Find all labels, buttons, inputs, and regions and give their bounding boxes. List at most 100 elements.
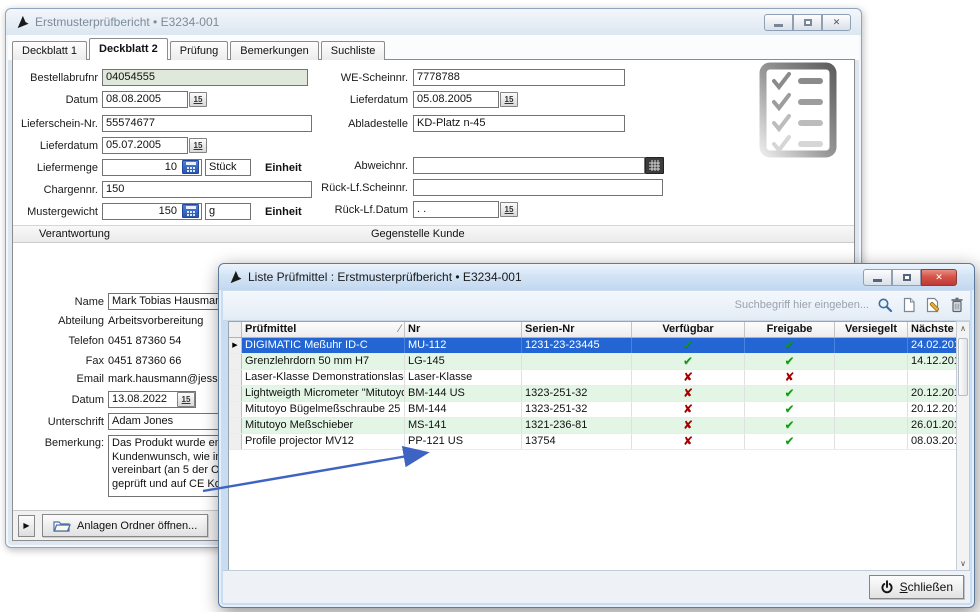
edit-record-icon[interactable]	[925, 297, 941, 313]
rueck-lf-datum-calendar-button[interactable]: 15	[500, 202, 518, 217]
list-window-titlebar[interactable]: Liste Prüfmittel : Erstmusterprüfbericht…	[219, 264, 974, 290]
lieferdatum2-input[interactable]: 05.08.2005	[413, 91, 499, 108]
app-arrow-icon	[228, 270, 242, 284]
liefermenge-calculator-button[interactable]	[182, 160, 199, 174]
freigabe-mark: ✔	[745, 402, 835, 417]
maximize-button[interactable]	[892, 269, 921, 286]
mustergewicht-unit-input[interactable]: g	[205, 203, 251, 220]
tab-suchliste[interactable]: Suchliste	[321, 41, 386, 60]
list-window-title: Liste Prüfmittel : Erstmusterprüfbericht…	[248, 270, 522, 284]
abweichnr-input[interactable]	[413, 157, 645, 174]
rueck-lf-datum-input[interactable]: . .	[413, 201, 499, 218]
col-nr[interactable]: Nr	[405, 322, 522, 337]
we-scheinnr-input[interactable]: 7778788	[413, 69, 625, 86]
tab-deckblatt-2[interactable]: Deckblatt 2	[89, 38, 168, 60]
search-input[interactable]: Suchbegriff hier eingeben...	[735, 299, 869, 311]
mustergewicht-calculator-button[interactable]	[182, 204, 199, 218]
expand-button[interactable]: ▶	[18, 515, 35, 537]
abladestelle-input[interactable]: KD-Platz n-45	[413, 115, 625, 132]
vertical-scrollbar[interactable]: ∧ ∨	[956, 321, 970, 572]
report-window-title: Erstmusterprüfbericht • E3234-001	[35, 15, 219, 29]
col-pruefmittel[interactable]: ∕Prüfmittel	[242, 322, 405, 337]
col-naechste-pruefung[interactable]: Nächste Prüfung	[908, 322, 957, 337]
datum1-input[interactable]: 08.08.2005	[102, 91, 188, 108]
calculator-icon	[186, 162, 196, 172]
table-row[interactable]: ▶ DIGIMATIC Meßuhr ID-C MU-112 1231-23-2…	[229, 338, 957, 354]
new-record-icon[interactable]	[901, 297, 917, 313]
tab-bemerkungen[interactable]: Bemerkungen	[230, 41, 319, 60]
report-window-titlebar[interactable]: Erstmusterprüfbericht • E3234-001 ✕	[6, 9, 861, 35]
table-row[interactable]: Mitutoyo Meßschieber MS-141 1321-236-81 …	[229, 418, 957, 434]
list-toolbar: Suchbegriff hier eingeben...	[223, 291, 970, 321]
minimize-button[interactable]	[764, 14, 793, 31]
col-serien-nr[interactable]: Serien-Nr	[522, 322, 632, 337]
bestellabrufnr-input[interactable]: 04054555	[102, 69, 308, 86]
freigabe-mark: ✔	[745, 354, 835, 369]
lieferschein-label: Lieferschein-Nr.	[6, 118, 98, 130]
col-verfuegbar[interactable]: Verfügbar	[632, 322, 745, 337]
anlagen-ordner-label: Anlagen Ordner öffnen...	[77, 520, 197, 532]
app-arrow-icon	[15, 15, 29, 29]
chargennr-input[interactable]: 150	[102, 181, 312, 198]
lieferdatum1-input[interactable]: 05.07.2005	[102, 137, 188, 154]
versiegelt-mark	[835, 370, 908, 385]
scrollbar-thumb[interactable]	[958, 338, 968, 396]
maximize-button[interactable]	[793, 14, 822, 31]
table-row[interactable]: Laser-Klasse Demonstrationslaser Laser-K…	[229, 370, 957, 386]
rueck-lf-datum-label: Rück-Lf.Datum	[306, 204, 408, 216]
freigabe-mark: ✔	[745, 386, 835, 401]
close-button[interactable]: ✕	[822, 14, 851, 31]
row-indicator-header	[229, 322, 242, 337]
lieferschein-input[interactable]: 55574677	[102, 115, 312, 132]
anlagen-ordner-button[interactable]: Anlagen Ordner öffnen...	[42, 514, 208, 537]
lieferdatum2-calendar-button[interactable]: 15	[500, 92, 518, 107]
calendar-icon: 15	[505, 206, 514, 214]
telefon-value: 0451 87360 54	[108, 335, 181, 347]
fax-label: Fax	[16, 355, 104, 367]
desktop: Erstmusterprüfbericht • E3234-001 ✕ Deck…	[0, 0, 980, 612]
lieferdatum1-calendar-button[interactable]: 15	[189, 138, 207, 153]
versiegelt-mark	[835, 418, 908, 433]
versiegelt-mark	[835, 354, 908, 369]
table-row[interactable]: Lightweigth Micrometer "Mitutoyo BM-144 …	[229, 386, 957, 402]
scroll-up-icon[interactable]: ∧	[957, 322, 969, 336]
search-icon[interactable]	[877, 297, 893, 313]
calendar-icon: 15	[182, 396, 191, 404]
section-bar: Verantwortung Gegenstelle Kunde	[13, 225, 854, 243]
col-freigabe[interactable]: Freigabe	[745, 322, 835, 337]
verfuegbar-mark: ✘	[632, 418, 745, 433]
table-row[interactable]: Mitutoyo Bügelmeßschraube 25 mm BM-144 1…	[229, 402, 957, 418]
liefermenge-unit-input[interactable]: Stück	[205, 159, 251, 176]
verfuegbar-mark: ✘	[632, 402, 745, 417]
liefermenge-einheit-label: Einheit	[265, 162, 302, 174]
datum2-calendar-button[interactable]: 15	[177, 392, 195, 407]
delete-record-icon[interactable]	[949, 297, 965, 313]
table-header-row: ∕Prüfmittel Nr Serien-Nr Verfügbar Freig…	[229, 322, 957, 338]
close-button[interactable]: ✕	[921, 269, 957, 286]
chargennr-label: Chargennr.	[6, 184, 98, 196]
freigabe-mark: ✘	[745, 370, 835, 385]
calculator-icon	[186, 206, 196, 216]
verfuegbar-mark: ✔	[632, 354, 745, 369]
section-verantwortung: Verantwortung	[39, 226, 110, 243]
power-icon	[880, 580, 894, 595]
lieferdatum1-label: Lieferdatum	[6, 140, 98, 152]
table-row[interactable]: Grenzlehrdorn 50 mm H7 LG-145 ✔ ✔ 14.12.…	[229, 354, 957, 370]
col-versiegelt[interactable]: Versiegelt	[835, 322, 908, 337]
tab-deckblatt-1[interactable]: Deckblatt 1	[12, 41, 87, 60]
rueck-lf-scheinnr-input[interactable]	[413, 179, 663, 196]
datum1-calendar-button[interactable]: 15	[189, 92, 207, 107]
schliessen-label: Schließen	[900, 580, 953, 594]
section-gegenstelle-kunde: Gegenstelle Kunde	[371, 226, 465, 243]
table-row[interactable]: Profile projector MV12 PP-121 US 13754 ✘…	[229, 434, 957, 450]
tab-pruefung[interactable]: Prüfung	[170, 41, 229, 60]
versiegelt-mark	[835, 402, 908, 417]
abweichnr-lookup-button[interactable]	[645, 157, 664, 174]
checklist-graphic	[758, 61, 838, 159]
verfuegbar-mark: ✘	[632, 370, 745, 385]
schliessen-button[interactable]: Schließen	[869, 575, 964, 599]
scroll-down-icon[interactable]: ∨	[957, 557, 969, 571]
minimize-button[interactable]	[863, 269, 892, 286]
verfuegbar-mark: ✔	[632, 338, 745, 353]
versiegelt-mark	[835, 434, 908, 449]
